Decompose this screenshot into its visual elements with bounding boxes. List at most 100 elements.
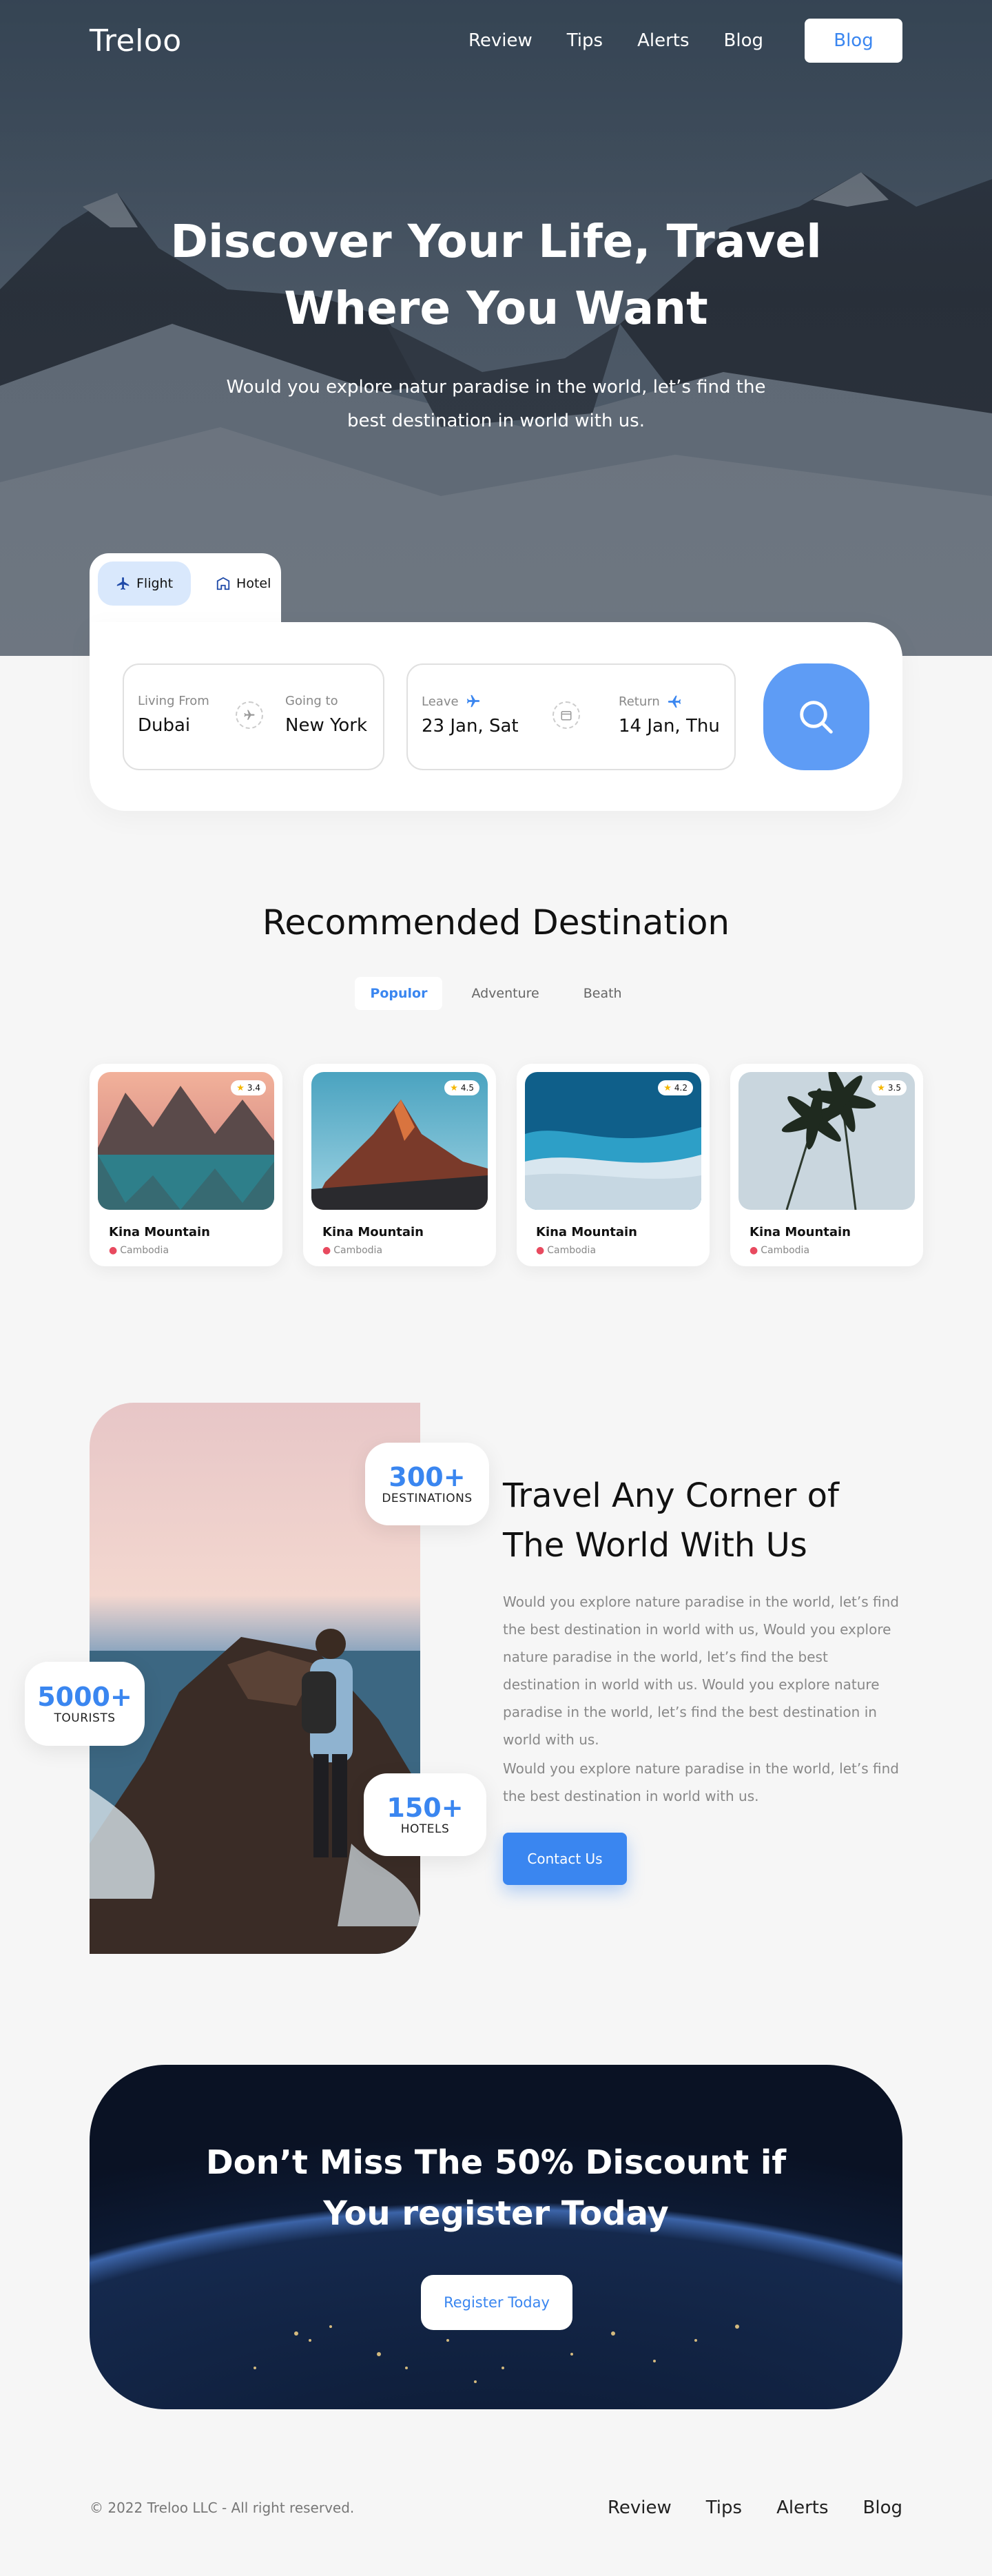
leave-value: 23 Jan, Sat — [422, 716, 519, 736]
nav-link-alerts[interactable]: Alerts — [637, 30, 689, 51]
hero-title-line1: Discover Your Life, Travel — [170, 215, 822, 268]
nav-link-review[interactable]: Review — [468, 30, 533, 51]
top-nav: Treloo Review Tips Alerts Blog Blog — [90, 19, 902, 63]
destination-location: ● Cambodia — [750, 1245, 915, 1256]
search-icon — [800, 700, 833, 734]
destination-cards: ★ 3.4 Kina Mountain ● Cambodia ★ 4.5 Kina M… — [90, 1064, 923, 1266]
tab-hotel[interactable]: Hotel — [198, 561, 289, 606]
hero-subtitle: Would you explore natur paradise in the … — [226, 377, 766, 431]
return-label: Return — [619, 694, 660, 709]
promo-title-line1: Don’t Miss The 50% Discount if — [205, 2143, 787, 2182]
filter-adventure[interactable]: Adventure — [456, 977, 554, 1010]
promo-title-line2: You register Today — [323, 2194, 669, 2233]
return-plane-icon — [668, 695, 681, 708]
footer: © 2022 Treloo LLC - All right reserved. … — [90, 2494, 902, 2522]
rating-badge: ★ 4.2 — [658, 1080, 693, 1095]
location-text: Cambodia — [547, 1245, 597, 1256]
nav-blog-button[interactable]: Blog — [805, 19, 902, 63]
stat-label: HOTELS — [400, 1822, 450, 1836]
destination-image: ★ 4.5 — [311, 1072, 488, 1210]
hero-title: Discover Your Life, Travel Where You Wan… — [0, 208, 992, 342]
search-card: Living From Dubai Going to New York Leav… — [90, 622, 902, 811]
from-field[interactable]: Living From Dubai — [138, 694, 209, 736]
location-text: Cambodia — [333, 1245, 383, 1256]
dates-box: Leave 23 Jan, Sat Return 14 Jan, Thu — [406, 663, 736, 770]
filter-beach[interactable]: Beath — [568, 977, 637, 1010]
copyright-text: © 2022 Treloo LLC - All right reserved. — [90, 2500, 355, 2516]
search-button[interactable] — [763, 663, 869, 770]
stat-destinations: 300+ DESTINATIONS — [365, 1443, 489, 1525]
calendar-icon — [561, 711, 572, 721]
location-text: Cambodia — [120, 1245, 169, 1256]
location-text: Cambodia — [761, 1245, 810, 1256]
tab-hotel-label: Hotel — [236, 576, 271, 591]
booking-tabs: Flight Hotel — [90, 553, 281, 629]
about-title: Travel Any Corner of The World With Us — [503, 1471, 916, 1570]
nav-link-blog[interactable]: Blog — [724, 30, 763, 51]
destination-location: ● Cambodia — [109, 1245, 274, 1256]
about-paragraph: Would you explore nature paradise in the… — [503, 1760, 899, 1804]
register-today-button[interactable]: Register Today — [421, 2275, 572, 2330]
location-pin-icon: ● — [750, 1245, 758, 1256]
stat-tourists: 5000+ TOURISTS — [25, 1662, 145, 1746]
star-icon: ★ — [450, 1082, 458, 1093]
rating-value: 4.2 — [674, 1083, 688, 1093]
swap-route-button[interactable] — [236, 701, 263, 729]
footer-link-review[interactable]: Review — [608, 2497, 672, 2518]
return-value: 14 Jan, Thu — [619, 716, 720, 736]
contact-us-button[interactable]: Contact Us — [503, 1833, 627, 1885]
to-value: New York — [285, 715, 368, 736]
destination-name: Kina Mountain — [109, 1225, 210, 1239]
tab-flight[interactable]: Flight — [98, 561, 192, 606]
nav-links: Review Tips Alerts Blog Blog — [468, 19, 902, 63]
destination-location: ● Cambodia — [322, 1245, 488, 1256]
nav-link-tips[interactable]: Tips — [567, 30, 603, 51]
to-field[interactable]: Going to New York — [285, 694, 367, 736]
leave-label: Leave — [422, 694, 459, 709]
route-box: Living From Dubai Going to New York — [123, 663, 384, 770]
airplane-icon — [244, 710, 255, 720]
footer-link-blog[interactable]: Blog — [863, 2497, 902, 2518]
star-icon: ★ — [877, 1082, 885, 1093]
return-label-row: Return — [619, 694, 720, 709]
about-title-line2: The World With Us — [503, 1526, 807, 1565]
footer-links: Review Tips Alerts Blog — [608, 2497, 902, 2518]
leave-field[interactable]: Leave 23 Jan, Sat — [422, 694, 519, 737]
destination-name: Kina Mountain — [536, 1225, 637, 1239]
about-title-line1: Travel Any Corner of — [503, 1476, 839, 1515]
destination-card[interactable]: ★ 4.5 Kina Mountain ● Cambodia — [303, 1064, 496, 1266]
location-pin-icon: ● — [536, 1245, 545, 1256]
rating-value: 3.4 — [247, 1083, 260, 1093]
destination-image: ★ 3.5 — [738, 1072, 915, 1210]
filter-popular[interactable]: Populor — [355, 977, 443, 1010]
recommended-title: Recommended Destination — [262, 903, 730, 942]
brand-logo[interactable]: Treloo — [90, 23, 182, 59]
to-label: Going to — [285, 694, 338, 708]
leave-label-row: Leave — [422, 694, 519, 709]
destination-name: Kina Mountain — [322, 1225, 424, 1239]
star-icon: ★ — [236, 1082, 245, 1093]
stat-number: 300+ — [389, 1462, 466, 1492]
rating-value: 3.5 — [887, 1083, 901, 1093]
airplane-icon — [116, 577, 130, 590]
hotel-icon — [216, 577, 230, 590]
return-field[interactable]: Return 14 Jan, Thu — [619, 694, 720, 737]
stat-label: DESTINATIONS — [382, 1492, 473, 1505]
footer-link-tips[interactable]: Tips — [706, 2497, 742, 2518]
footer-link-alerts[interactable]: Alerts — [776, 2497, 828, 2518]
location-pin-icon: ● — [322, 1245, 331, 1256]
destination-card[interactable]: ★ 3.4 Kina Mountain ● Cambodia — [90, 1064, 282, 1266]
promo-title: Don’t Miss The 50% Discount if You regis… — [90, 2137, 902, 2239]
calendar-button[interactable] — [552, 701, 580, 729]
destination-image: ★ 3.4 — [98, 1072, 274, 1210]
destination-filters: Populor Adventure Beath — [0, 977, 992, 1010]
destination-card[interactable]: ★ 4.2 Kina Mountain ● Cambodia — [517, 1064, 710, 1266]
rating-badge: ★ 3.5 — [871, 1080, 907, 1095]
rating-badge: ★ 4.5 — [444, 1080, 479, 1095]
tab-flight-label: Flight — [136, 576, 174, 591]
stat-number: 150+ — [386, 1793, 464, 1823]
destination-name: Kina Mountain — [750, 1225, 851, 1239]
destination-card[interactable]: ★ 3.5 Kina Mountain ● Cambodia — [730, 1064, 923, 1266]
discount-banner: Don’t Miss The 50% Discount if You regis… — [90, 2065, 902, 2409]
stat-label: TOURISTS — [54, 1711, 116, 1725]
